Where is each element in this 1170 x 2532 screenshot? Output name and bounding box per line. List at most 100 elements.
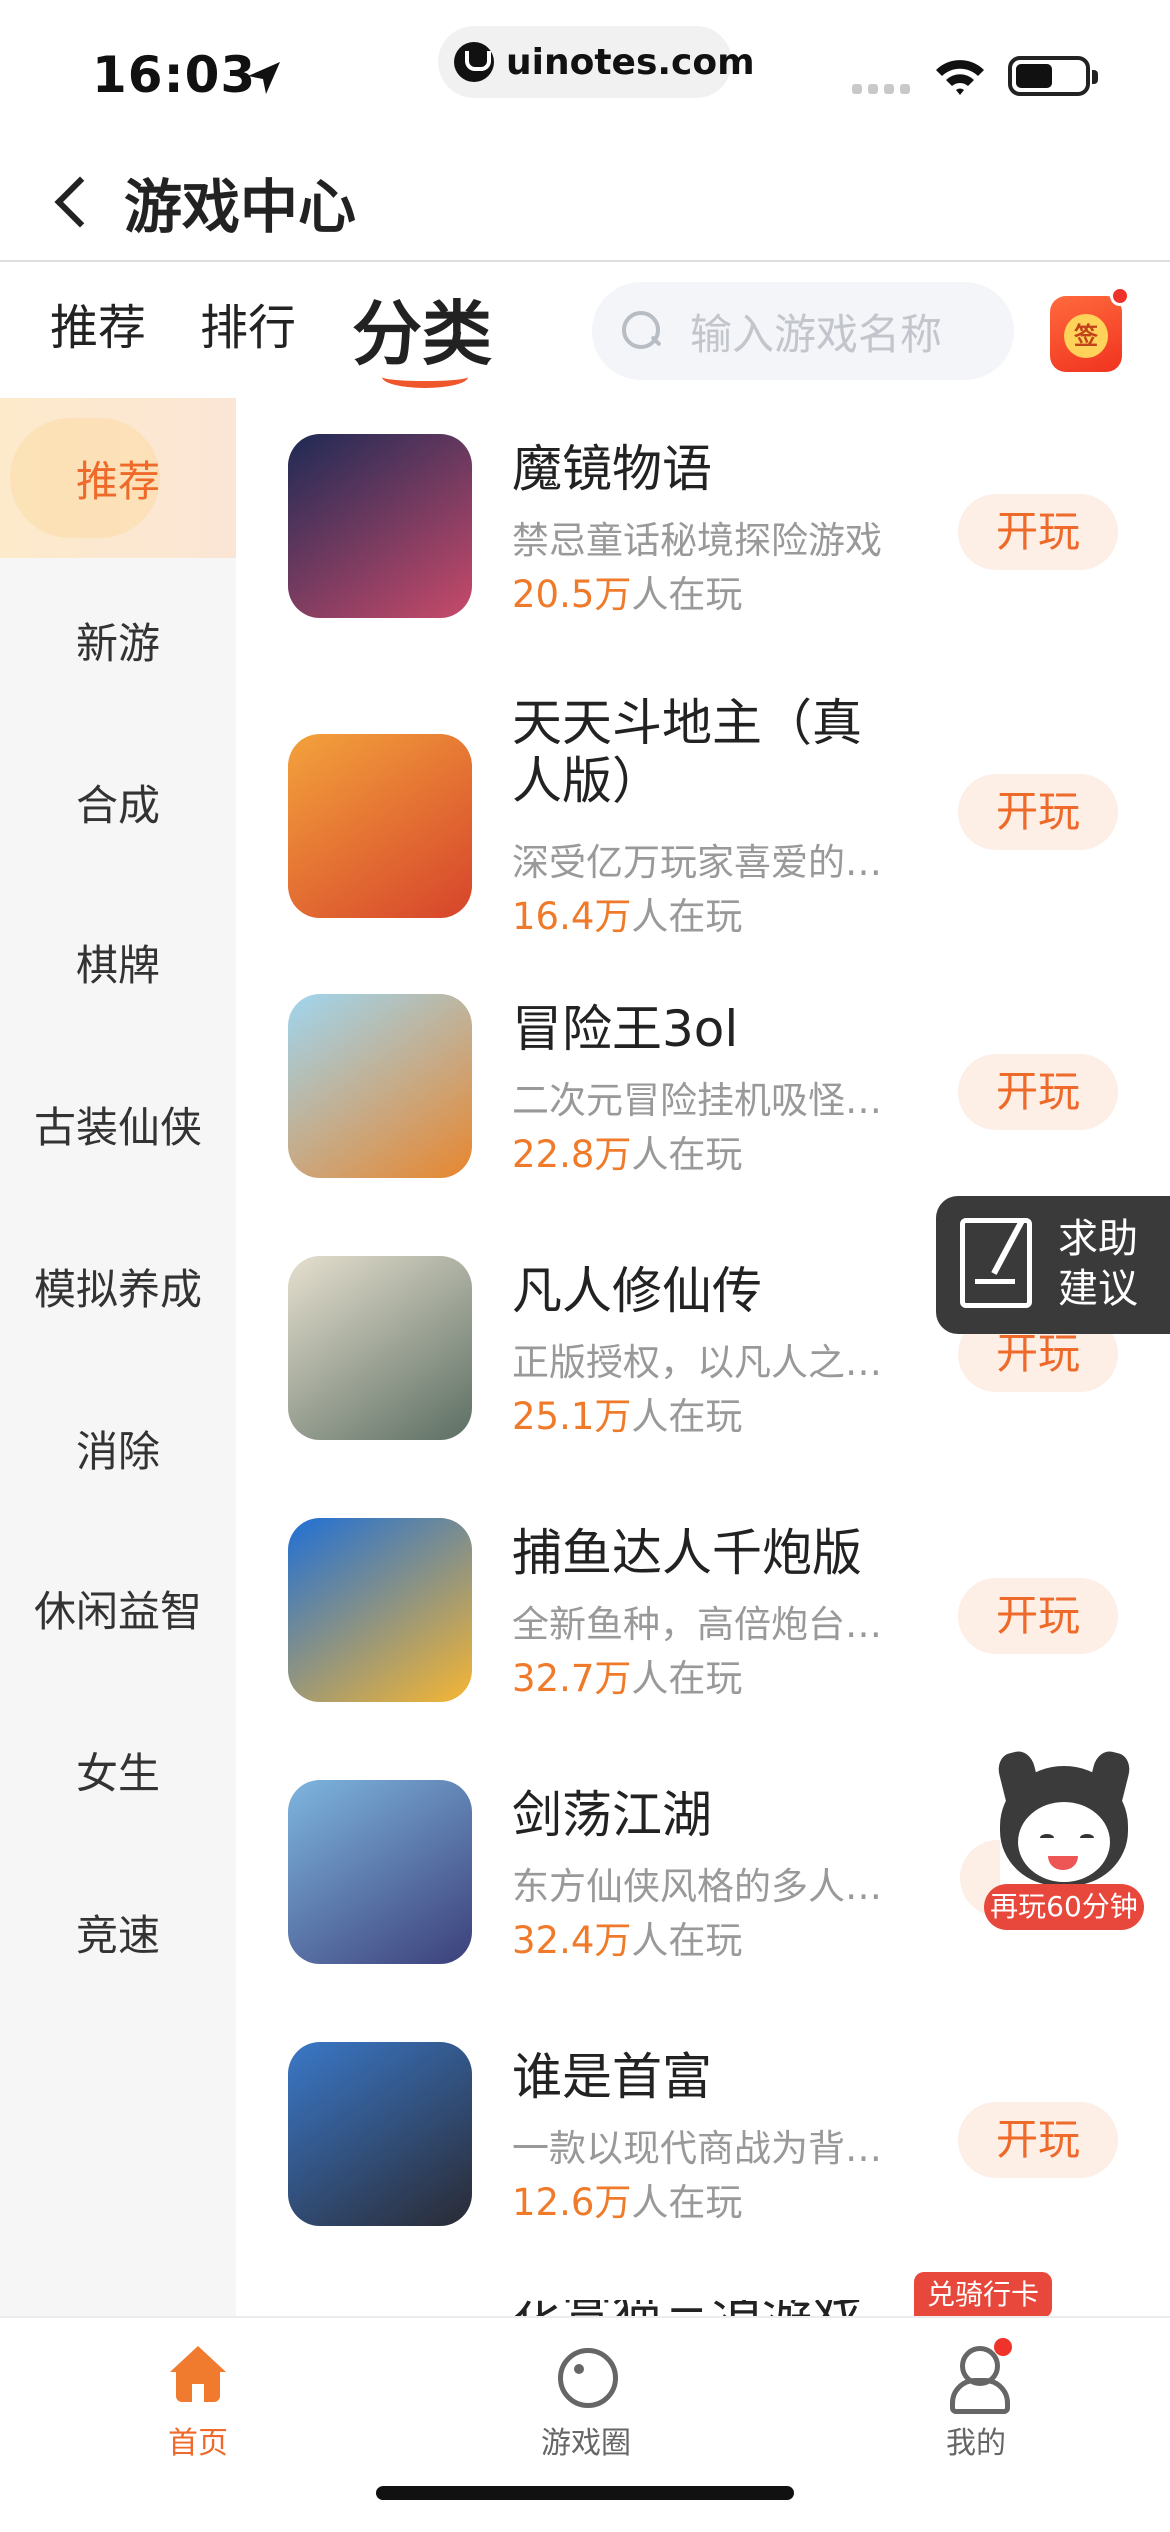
player-count-number: 25.1万	[512, 1395, 632, 1438]
url-pill[interactable]: uinotes.com	[438, 26, 755, 98]
sidebar-item-chess-cards[interactable]: 棋牌	[0, 882, 236, 1042]
game-title: 冒险王3ol	[512, 1000, 739, 1058]
sidebar-item-casual[interactable]: 休闲益智	[0, 1528, 236, 1688]
edit-note-icon	[960, 1218, 1032, 1308]
battery-icon	[1008, 56, 1098, 96]
game-player-count: 32.7万人在玩	[512, 1648, 742, 1702]
game-row[interactable]: 天天斗地主（真人版） 深受亿万玩家喜爱的斗地主游戏16.4万人在玩 开玩	[288, 694, 1148, 938]
game-description: 深受亿万玩家喜爱的斗地主游戏	[512, 841, 888, 884]
home-icon	[166, 2344, 230, 2408]
sidebar-item-label: 合成	[75, 780, 160, 830]
game-player-count: 32.4万人在玩	[512, 1910, 742, 1964]
mascot-eye	[1080, 1834, 1094, 1842]
notification-dot	[994, 2338, 1012, 2356]
game-description: 禁忌童话秘境探险游戏	[512, 519, 882, 562]
user-icon	[944, 2338, 1012, 2414]
partial-game-title-text: 花赏猫三消游戏	[512, 2300, 872, 2316]
play-button[interactable]: 开玩	[958, 1578, 1118, 1654]
game-title: 天天斗地主（真人版）	[512, 694, 862, 810]
sidebar-item-recommend[interactable]: 推荐	[0, 398, 236, 558]
player-count-suffix: 人在玩	[631, 1395, 743, 1438]
tab-ranking[interactable]: 排行	[200, 288, 296, 358]
active-tab-indicator	[382, 366, 468, 388]
bottom-tab-label: 游戏圈	[541, 2426, 631, 2461]
play-button[interactable]: 开玩	[958, 2102, 1118, 2178]
sidebar-item-label: 棋牌	[75, 940, 160, 990]
sidebar-item-label: 休闲益智	[33, 1586, 202, 1636]
game-title: 剑荡江湖	[512, 1786, 712, 1844]
player-count-number: 32.7万	[512, 1657, 632, 1700]
game-player-count: 16.4万人在玩	[512, 886, 742, 940]
sidebar-item-label: 新游	[75, 618, 160, 668]
play-button[interactable]: 开玩	[958, 494, 1118, 570]
page-title: 游戏中心	[124, 173, 357, 241]
sidebar-item-label: 推荐	[75, 456, 160, 506]
bottom-tab-mine[interactable]: 我的	[876, 2338, 1076, 2494]
bottom-tab-home[interactable]: 首页	[98, 2344, 298, 2494]
screen: 16:03 uinotes.com 游戏中心 推荐 排行 分类 输入游戏名称 签…	[0, 0, 1170, 2532]
game-row[interactable]: 魔镜物语 禁忌童话秘境探险游戏 20.5万人在玩 开玩	[288, 434, 1148, 634]
game-icon[interactable]	[288, 994, 472, 1178]
mascot-reward-widget[interactable]: 再玩60分钟	[984, 1748, 1144, 1930]
url-text: uinotes.com	[506, 41, 755, 83]
player-count-suffix: 人在玩	[631, 573, 743, 616]
game-description: 东方仙侠风格的多人在线游戏	[512, 1865, 888, 1908]
player-count-number: 16.4万	[512, 895, 632, 938]
bottom-tab-label: 首页	[168, 2426, 228, 2461]
player-count-number: 20.5万	[512, 573, 632, 616]
help-feedback-label: 求助 建议	[1058, 1214, 1138, 1314]
help-feedback-button[interactable]: 求助 建议	[936, 1196, 1170, 1334]
tabs-row: 推荐 排行 分类 输入游戏名称 签	[0, 264, 1170, 398]
sidebar-item-new[interactable]: 新游	[0, 560, 236, 720]
husky-mascot-icon	[1000, 1766, 1128, 1886]
player-count-number: 22.8万	[512, 1133, 632, 1176]
play-button[interactable]: 开玩	[958, 1054, 1118, 1130]
player-count-number: 32.4万	[512, 1919, 632, 1962]
game-icon[interactable]	[288, 734, 472, 918]
sidebar-item-label: 古装仙侠	[33, 1102, 202, 1152]
play-button[interactable]: 开玩	[958, 774, 1118, 850]
notification-dot	[1110, 286, 1130, 306]
daily-sign-button[interactable]: 签	[1050, 286, 1130, 372]
sidebar-item-label: 消除	[75, 1426, 160, 1476]
search-icon	[622, 311, 662, 351]
mascot-eye	[1040, 1834, 1054, 1842]
sidebar-item-merge[interactable]: 合成	[0, 722, 236, 882]
game-description: 全新鱼种，高倍炮台等你来	[512, 1603, 888, 1646]
back-button[interactable]	[44, 160, 104, 240]
search-placeholder: 输入游戏名称	[690, 309, 943, 359]
category-sidebar: 推荐 新游 合成 棋牌 古装仙侠 模拟养成 消除 休闲益智 女生 竞速	[0, 398, 236, 2316]
sign-coin-icon: 签	[1064, 314, 1108, 358]
search-input[interactable]: 输入游戏名称	[592, 282, 1014, 380]
tab-recommend[interactable]: 推荐	[50, 288, 146, 358]
sidebar-item-label: 竞速	[75, 1910, 160, 1960]
game-title: 谁是首富	[512, 2048, 712, 2106]
game-player-count: 22.8万人在玩	[512, 1124, 742, 1178]
game-icon[interactable]	[288, 434, 472, 618]
player-count-number: 12.6万	[512, 2181, 632, 2224]
game-description: 二次元冒险挂机吸怪游戏	[512, 1079, 888, 1122]
game-icon[interactable]	[288, 1518, 472, 1702]
game-row[interactable]: 捕鱼达人千炮版全新鱼种，高倍炮台等你来32.7万人在玩开玩	[288, 1518, 1148, 1718]
sidebar-item-xianxia[interactable]: 古装仙侠	[0, 1044, 236, 1204]
game-player-count: 25.1万人在玩	[512, 1386, 742, 1440]
ride-card-tag[interactable]: 兑骑行卡	[914, 2272, 1052, 2318]
game-description: 一款以现代商战为背景的游戏	[512, 2127, 888, 2170]
sidebar-item-girls[interactable]: 女生	[0, 1690, 236, 1850]
bottom-tab-game-circle[interactable]: 游戏圈	[486, 2344, 686, 2494]
sidebar-item-match[interactable]: 消除	[0, 1368, 236, 1528]
player-count-suffix: 人在玩	[631, 1657, 743, 1700]
game-title: 捕鱼达人千炮版	[512, 1524, 862, 1582]
game-icon[interactable]	[288, 1256, 472, 1440]
sidebar-item-simulation[interactable]: 模拟养成	[0, 1206, 236, 1366]
game-player-count: 20.5万人在玩	[512, 564, 742, 618]
partial-game-title: 花赏猫三消游戏	[512, 2300, 872, 2316]
game-icon[interactable]	[288, 1780, 472, 1964]
location-arrow-icon	[248, 62, 280, 94]
game-row[interactable]: 谁是首富一款以现代商战为背景的游戏12.6万人在玩开玩	[288, 2042, 1148, 2242]
sidebar-item-racing[interactable]: 竞速	[0, 1852, 236, 2012]
status-bar: 16:03 uinotes.com	[0, 0, 1170, 140]
tab-category[interactable]: 分类	[352, 278, 492, 379]
game-row[interactable]: 冒险王3ol 二次元冒险挂机吸怪游戏 22.8万人在玩 开玩	[288, 994, 1148, 1194]
game-icon[interactable]	[288, 2042, 472, 2226]
